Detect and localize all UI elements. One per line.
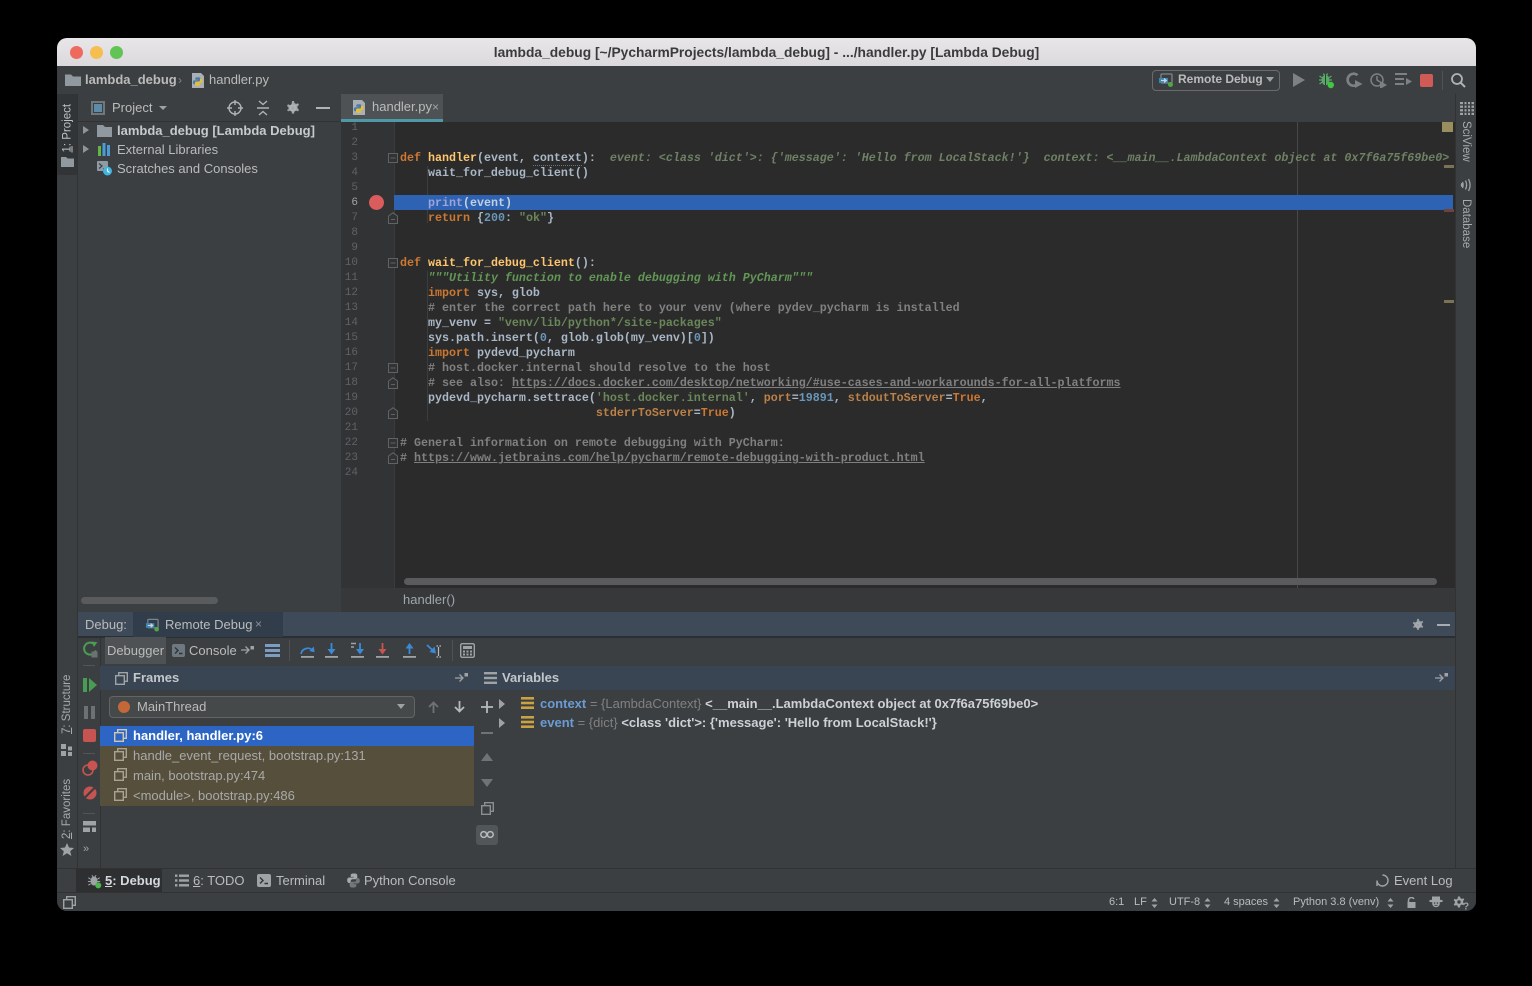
svg-text:?: ? [1463, 902, 1469, 911]
